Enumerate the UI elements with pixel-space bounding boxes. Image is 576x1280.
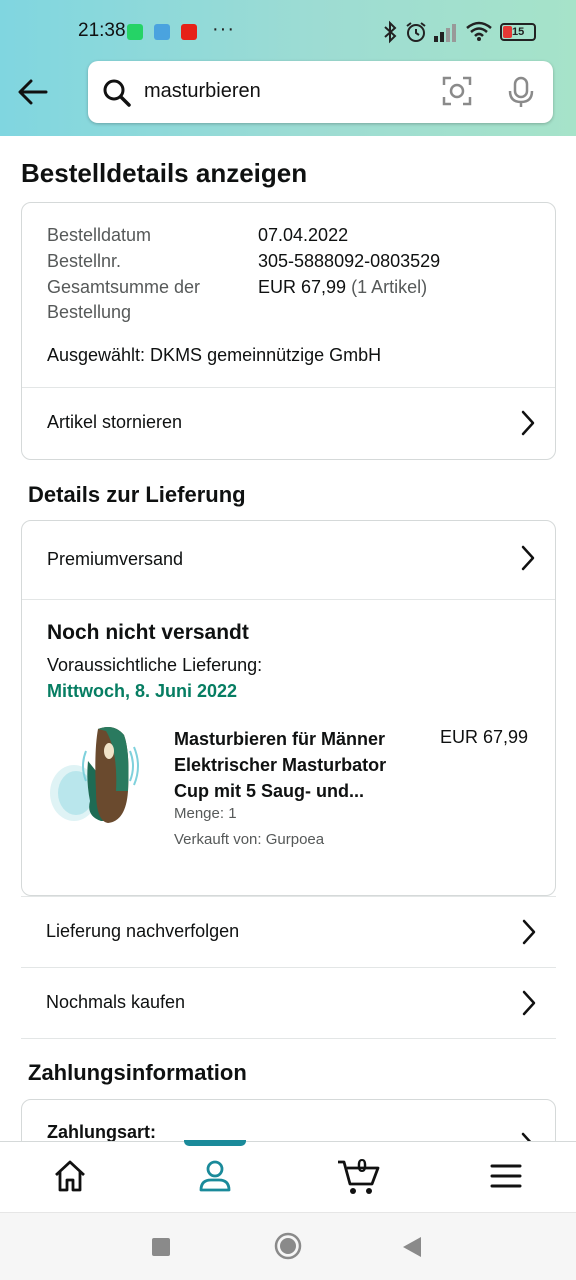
status-time: 21:38 [78, 20, 126, 41]
order-number-label: Bestellnr. [47, 251, 122, 271]
selected-charity: Ausgewählt: DKMS gemeinnützige GmbH [47, 345, 382, 365]
product-title[interactable]: Masturbieren für Männer Elektrischer Mas… [174, 726, 386, 804]
shipping-method-row[interactable]: Premiumversand [22, 521, 555, 599]
buy-again-row[interactable]: Nochmals kaufen [21, 967, 556, 1037]
product-title-line2: Elektrischer Masturbator [174, 755, 387, 775]
order-summary-card: Bestelldatum 07.04.2022 Bestellnr. 305-5… [21, 202, 556, 460]
delivery-card: Premiumversand Noch nicht versandt Vorau… [21, 520, 556, 896]
microphone-icon[interactable] [508, 76, 534, 108]
search-bar[interactable]: masturbieren [88, 61, 553, 123]
expected-delivery-label: Voraussichtliche Lieferung: [47, 655, 263, 675]
order-total-value: EUR 67,99 (1 Artikel) [258, 277, 427, 298]
camera-scan-icon[interactable] [442, 76, 472, 106]
order-total-amount: EUR 67,99 [258, 277, 347, 297]
chevron-right-icon [521, 545, 535, 571]
chevron-right-icon [521, 410, 535, 436]
main-content: Bestelldetails anzeigen Bestelldatum 07.… [0, 136, 576, 1141]
status-bar: 21:38 ··· 15 [0, 0, 576, 62]
active-tab-indicator [184, 1140, 246, 1146]
chevron-right-icon [522, 990, 536, 1016]
battery-level: 15 [512, 26, 525, 38]
search-icon [103, 79, 131, 107]
youtube-icon [181, 24, 197, 40]
menu-icon[interactable] [486, 1156, 526, 1196]
chevron-right-icon [521, 1132, 532, 1141]
top-header: 21:38 ··· 15 masturbieren [0, 0, 576, 136]
buy-again-label: Nochmals kaufen [46, 992, 186, 1012]
home-button-icon[interactable] [274, 1232, 302, 1260]
back-arrow-icon[interactable] [18, 78, 48, 106]
search-input[interactable]: masturbieren [144, 80, 261, 103]
track-delivery-label: Lieferung nachverfolgen [46, 921, 240, 941]
home-icon[interactable] [50, 1156, 90, 1196]
product-price: EUR 67,99 [440, 727, 529, 747]
chevron-right-icon [522, 919, 536, 945]
product-seller: Verkauft von: Gurpoea [174, 831, 325, 848]
bottom-navigation: 0 [0, 1140, 576, 1212]
recents-button-icon[interactable] [151, 1237, 171, 1257]
cart-button[interactable]: 0 [336, 1152, 382, 1198]
delivery-heading: Details zur Lieferung [28, 482, 246, 507]
divider [22, 599, 555, 600]
whatsapp-icon [127, 24, 143, 40]
wifi-icon [466, 21, 492, 41]
system-navigation-bar [0, 1212, 576, 1280]
track-delivery-row[interactable]: Lieferung nachverfolgen [21, 896, 556, 966]
product-quantity: Menge: 1 [174, 805, 237, 822]
product-title-line3: Cup mit 5 Saug- und... [174, 781, 364, 801]
payment-method-label: Zahlungsart: [47, 1122, 157, 1141]
account-icon[interactable] [195, 1156, 235, 1196]
order-total-label-line1: Gesamtsumme der [47, 277, 201, 297]
payment-card[interactable]: Zahlungsart: [21, 1099, 556, 1141]
divider [21, 1038, 556, 1039]
product-title-line1: Masturbieren für Männer [174, 729, 386, 749]
signal-icon [434, 24, 456, 42]
back-button-icon[interactable] [402, 1236, 422, 1258]
more-notifications-icon: ··· [212, 18, 235, 40]
order-date-label: Bestelldatum [47, 225, 152, 245]
order-date-value: 07.04.2022 [258, 225, 349, 245]
order-total-label-line2: Bestellung [47, 302, 132, 322]
order-number-value: 305-5888092-0803529 [258, 251, 441, 271]
alarm-icon [406, 22, 426, 42]
expected-delivery-date: Mittwoch, 8. Juni 2022 [47, 681, 238, 701]
battery-icon: 15 [500, 23, 536, 41]
shipping-method-label: Premiumversand [47, 549, 184, 569]
shipment-status: Noch nicht versandt [47, 621, 249, 644]
payment-heading: Zahlungsinformation [28, 1060, 247, 1085]
order-total-items: (1 Artikel) [351, 277, 428, 297]
page-title: Bestelldetails anzeigen [21, 158, 308, 188]
bluetooth-icon [384, 20, 397, 44]
prime-video-icon [154, 24, 170, 40]
product-image[interactable] [46, 721, 146, 831]
cancel-items-label: Artikel stornieren [47, 412, 183, 432]
cart-count: 0 [357, 1156, 368, 1176]
cancel-items-row[interactable]: Artikel stornieren [22, 388, 555, 460]
